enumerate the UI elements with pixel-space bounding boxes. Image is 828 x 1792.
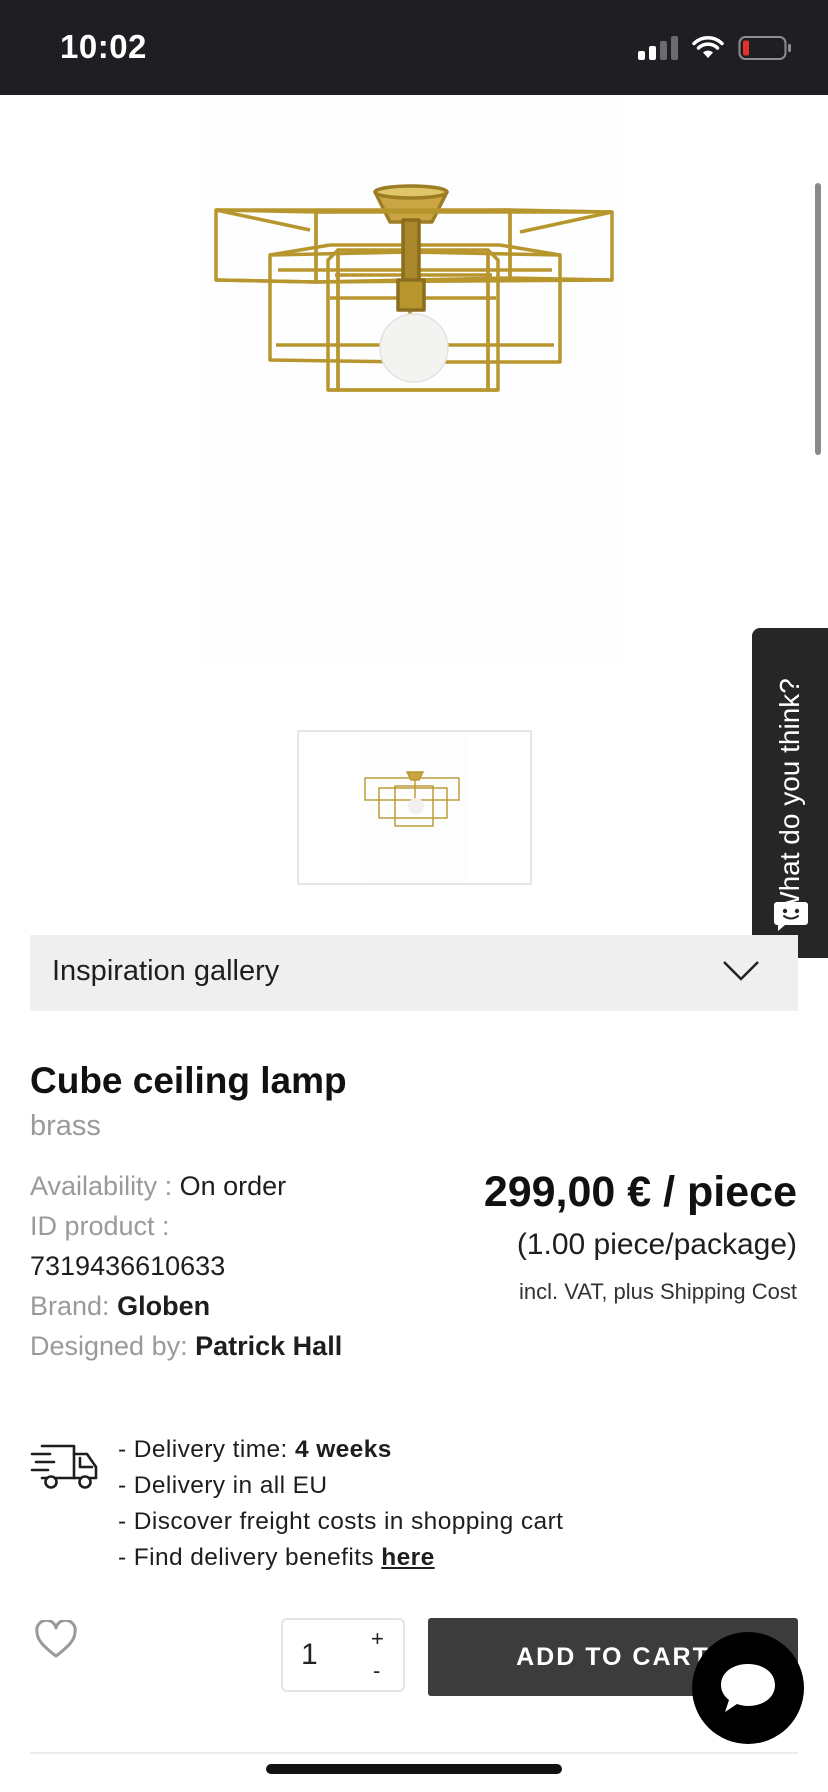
wifi-icon — [692, 36, 724, 58]
delivery-info: - Delivery time: 4 weeks - Delivery in a… — [118, 1432, 563, 1576]
brand-row: Brand: Globen — [30, 1286, 342, 1326]
product-price: 299,00 € / piece — [483, 1168, 797, 1216]
product-title: Cube ceiling lamp — [30, 1060, 347, 1101]
live-chat-button[interactable] — [692, 1632, 804, 1744]
delivery-benefits-link[interactable]: here — [381, 1544, 434, 1571]
delivery-benefits-line: - Find delivery benefits here — [118, 1540, 563, 1576]
brand-value[interactable]: Globen — [117, 1291, 210, 1321]
designer-row: Designed by: Patrick Hall — [30, 1326, 342, 1366]
availability-label: Availability : — [30, 1171, 173, 1201]
home-indicator[interactable] — [266, 1764, 562, 1774]
designer-value[interactable]: Patrick Hall — [195, 1331, 342, 1361]
page-scrollbar[interactable] — [815, 183, 821, 455]
quantity-value[interactable]: 1 — [301, 1638, 318, 1672]
per-package: (1.00 piece/package) — [516, 1228, 797, 1261]
battery-low-icon — [738, 36, 791, 60]
designer-label: Designed by: — [30, 1331, 188, 1361]
quantity-stepper[interactable]: 1 + - — [281, 1618, 405, 1692]
brand-label: Brand: — [30, 1291, 110, 1321]
cellular-signal-icon — [638, 36, 678, 60]
inspiration-gallery-label: Inspiration gallery — [52, 955, 280, 987]
chevron-down-icon — [723, 961, 759, 981]
thumbnail-1[interactable] — [297, 730, 532, 885]
feedback-label: What do you think? — [774, 678, 805, 918]
product-id-value: 7319436610633 — [30, 1251, 226, 1281]
inspiration-gallery-accordion[interactable]: Inspiration gallery — [30, 935, 798, 1011]
section-divider — [30, 1752, 798, 1754]
product-variant: brass — [30, 1110, 101, 1142]
product-id-label: ID product : — [30, 1211, 170, 1241]
thumbnail-image — [361, 732, 467, 883]
quantity-plus-button[interactable]: + — [371, 1626, 384, 1652]
delivery-time-line: - Delivery time: 4 weeks — [118, 1432, 563, 1468]
status-icons — [638, 34, 792, 62]
chat-bubble-icon — [721, 1664, 775, 1712]
delivery-time-value: 4 weeks — [294, 1436, 392, 1463]
delivery-time-prefix: - Delivery time: — [118, 1436, 295, 1463]
wishlist-heart-icon[interactable] — [34, 1620, 78, 1660]
product-specs: Availability : On order ID product : 731… — [30, 1166, 342, 1366]
feedback-tab[interactable]: What do you think? — [752, 628, 828, 958]
delivery-truck-icon — [30, 1444, 98, 1489]
delivery-eu-line: - Delivery in all EU — [118, 1472, 328, 1499]
status-bar: 10:02 — [0, 0, 828, 95]
freight-costs-line: - Discover freight costs in shopping car… — [118, 1508, 564, 1535]
lamp-illustration — [214, 184, 614, 392]
delivery-benefits-prefix: - Find delivery benefits — [118, 1544, 382, 1571]
quantity-minus-button[interactable]: - — [373, 1658, 380, 1684]
availability-row: Availability : On order — [30, 1166, 342, 1206]
product-image[interactable] — [200, 100, 626, 666]
status-time: 10:02 — [60, 28, 147, 65]
vat-note: incl. VAT, plus Shipping Cost — [519, 1279, 797, 1304]
chat-smile-icon — [774, 902, 808, 931]
availability-value: On order — [179, 1171, 287, 1201]
